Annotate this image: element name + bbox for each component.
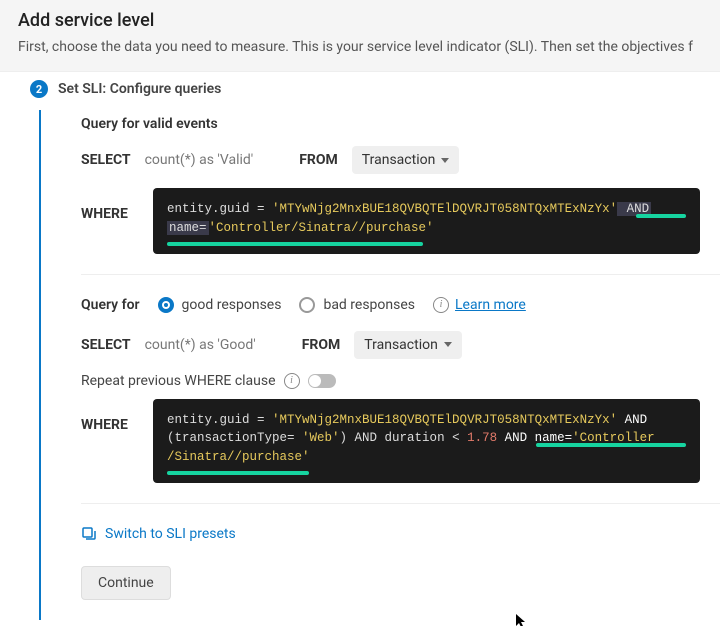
highlight-bar	[636, 214, 686, 218]
valid-select-expression: count(*) as 'Valid'	[145, 152, 254, 168]
content-area: 2 Set SLI: Configure queries Query for v…	[0, 72, 720, 620]
repeat-where-row: Repeat previous WHERE clause i	[81, 373, 700, 389]
good-select-expression: count(*) as 'Good'	[145, 337, 256, 353]
learn-more-link[interactable]: Learn more	[455, 297, 526, 313]
swap-icon	[81, 526, 97, 542]
good-responses-section: Query for good responses bad responses i…	[81, 274, 720, 503]
where-keyword: WHERE	[81, 188, 133, 222]
query-for-label: Query for	[81, 297, 140, 313]
info-icon: i	[284, 373, 300, 389]
step-number-badge: 2	[30, 80, 48, 98]
chevron-down-icon	[444, 342, 452, 347]
highlight-bar	[167, 242, 423, 246]
valid-where-row: WHERE entity.guid = 'MTYwNjg2MnxBUE18QVB…	[81, 188, 700, 254]
valid-from-value: Transaction	[362, 152, 436, 168]
continue-button[interactable]: Continue	[81, 566, 171, 600]
from-keyword: FROM	[299, 152, 338, 168]
good-from-value: Transaction	[364, 337, 438, 353]
step-header[interactable]: 2 Set SLI: Configure queries	[30, 72, 720, 110]
valid-select-row: SELECT count(*) as 'Valid' FROM Transact…	[81, 146, 700, 174]
highlight-bar	[536, 443, 686, 447]
valid-where-editor[interactable]: entity.guid = 'MTYwNjg2MnxBUE18QVBQTElDQ…	[153, 188, 700, 254]
switch-presets-link[interactable]: Switch to SLI presets	[81, 526, 700, 542]
step-label: Set SLI: Configure queries	[58, 81, 221, 97]
valid-events-section: Query for valid events SELECT count(*) a…	[81, 110, 720, 274]
where-keyword: WHERE	[81, 399, 133, 433]
radio-icon	[158, 297, 174, 313]
repeat-where-toggle[interactable]	[308, 374, 336, 388]
chevron-down-icon	[441, 158, 449, 163]
good-where-editor[interactable]: entity.guid = 'MTYwNjg2MnxBUE18QVBQTElDQ…	[153, 399, 700, 483]
bad-responses-radio[interactable]: bad responses	[299, 297, 415, 313]
response-type-radio-group: Query for good responses bad responses i…	[81, 297, 700, 313]
valid-events-title: Query for valid events	[81, 116, 700, 132]
from-keyword: FROM	[302, 337, 341, 353]
good-where-row: WHERE entity.guid = 'MTYwNjg2MnxBUE18QVB…	[81, 399, 700, 483]
repeat-where-label: Repeat previous WHERE clause	[81, 373, 276, 389]
page-description: First, choose the data you need to measu…	[18, 39, 702, 55]
page-header: Add service level First, choose the data…	[0, 0, 720, 72]
highlight-bar	[167, 471, 309, 475]
select-keyword: SELECT	[81, 337, 131, 353]
good-responses-radio[interactable]: good responses	[158, 297, 282, 313]
good-from-dropdown[interactable]: Transaction	[354, 331, 462, 359]
actions-section: Switch to SLI presets Continue	[81, 503, 720, 620]
info-icon: i	[433, 297, 449, 313]
radio-icon	[299, 297, 315, 313]
valid-from-dropdown[interactable]: Transaction	[352, 146, 460, 174]
good-select-row: SELECT count(*) as 'Good' FROM Transacti…	[81, 331, 700, 359]
select-keyword: SELECT	[81, 152, 131, 168]
page-title: Add service level	[18, 10, 702, 31]
